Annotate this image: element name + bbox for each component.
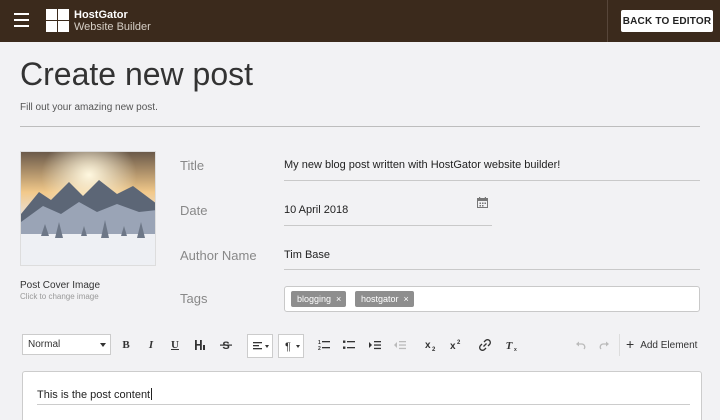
block-format-select[interactable]: Normal	[22, 334, 111, 355]
editor-divider	[37, 404, 690, 405]
title-underline	[284, 180, 700, 181]
superscript-icon[interactable]: x 2	[446, 336, 464, 354]
brand-name: HostGator	[74, 9, 128, 21]
tags-input[interactable]: blogging × hostgator ×	[284, 286, 700, 312]
text-cursor	[151, 388, 153, 400]
topbar-divider	[607, 0, 608, 42]
chevron-down-icon	[100, 343, 106, 347]
title-input[interactable]: My new blog post written with HostGator …	[284, 159, 560, 171]
page-title: Create new post	[20, 56, 254, 92]
editor-content[interactable]: This is the post content	[37, 388, 153, 401]
hostgator-logo-icon	[46, 9, 69, 32]
brand-subtitle: Website Builder	[74, 21, 151, 33]
calendar-icon[interactable]	[477, 197, 488, 208]
hamburger-menu-icon[interactable]	[14, 13, 29, 27]
post-cover-image[interactable]	[20, 151, 156, 266]
alignment-dropdown[interactable]	[247, 334, 273, 358]
top-bar: HostGator Website Builder BACK TO EDITOR	[0, 0, 720, 42]
tag-label: hostgator	[361, 294, 399, 304]
post-content-editor[interactable]: This is the post content	[22, 371, 702, 420]
add-element-button[interactable]: + Add Element	[626, 336, 697, 354]
header-divider	[20, 126, 700, 127]
back-to-editor-button[interactable]: BACK TO EDITOR	[621, 10, 713, 32]
svg-text:2: 2	[318, 346, 321, 352]
tag-remove-icon[interactable]: ×	[404, 291, 409, 307]
plus-icon: +	[626, 336, 635, 352]
subscript-icon[interactable]: x 2	[421, 336, 439, 354]
outdent-icon[interactable]	[391, 336, 409, 354]
page-subtitle: Fill out your amazing new post.	[20, 102, 158, 113]
tags-label: Tags	[180, 291, 208, 306]
ordered-list-icon[interactable]: 1 2	[315, 336, 333, 354]
tag-remove-icon[interactable]: ×	[336, 291, 341, 307]
add-element-label: Add Element	[640, 340, 698, 351]
svg-text:T: T	[506, 340, 514, 352]
svg-text:2: 2	[432, 347, 436, 353]
redo-icon[interactable]	[596, 336, 614, 354]
underline-button[interactable]: U	[166, 336, 184, 354]
indent-icon[interactable]	[366, 336, 384, 354]
svg-text:x: x	[450, 341, 456, 352]
align-left-icon	[253, 342, 269, 350]
block-format-value: Normal	[28, 339, 61, 350]
tag-label: blogging	[297, 294, 332, 304]
pilcrow-icon: ¶	[285, 341, 300, 353]
italic-button[interactable]: I	[142, 336, 160, 354]
link-icon[interactable]	[476, 336, 494, 354]
date-underline	[284, 225, 492, 226]
bold-button[interactable]: B	[117, 336, 135, 354]
undo-icon[interactable]	[571, 336, 589, 354]
svg-text:¶: ¶	[285, 341, 291, 353]
clear-formatting-icon[interactable]: T x	[501, 336, 519, 354]
svg-text:S: S	[222, 340, 229, 352]
strikethrough-icon[interactable]: S	[217, 336, 235, 354]
editor-content-text: This is the post content	[37, 389, 151, 401]
author-underline	[284, 269, 700, 270]
tag-chip: hostgator ×	[355, 291, 414, 307]
bullet-list-icon[interactable]	[340, 336, 358, 354]
cover-image-hint: Click to change image	[20, 292, 99, 301]
cover-image-label: Post Cover Image	[20, 280, 101, 291]
heading-icon[interactable]	[191, 336, 209, 354]
date-label: Date	[180, 203, 208, 218]
toolbar-divider	[619, 334, 620, 356]
author-label: Author Name	[180, 248, 257, 263]
svg-text:x: x	[425, 340, 431, 351]
author-input[interactable]: Tim Base	[284, 249, 330, 261]
title-label: Title	[180, 158, 205, 173]
date-input[interactable]: 10 April 2018	[284, 204, 348, 216]
svg-text:2: 2	[457, 340, 461, 346]
svg-text:x: x	[514, 347, 517, 353]
tag-chip: blogging ×	[291, 291, 347, 307]
paragraph-dropdown[interactable]: ¶	[278, 334, 304, 358]
